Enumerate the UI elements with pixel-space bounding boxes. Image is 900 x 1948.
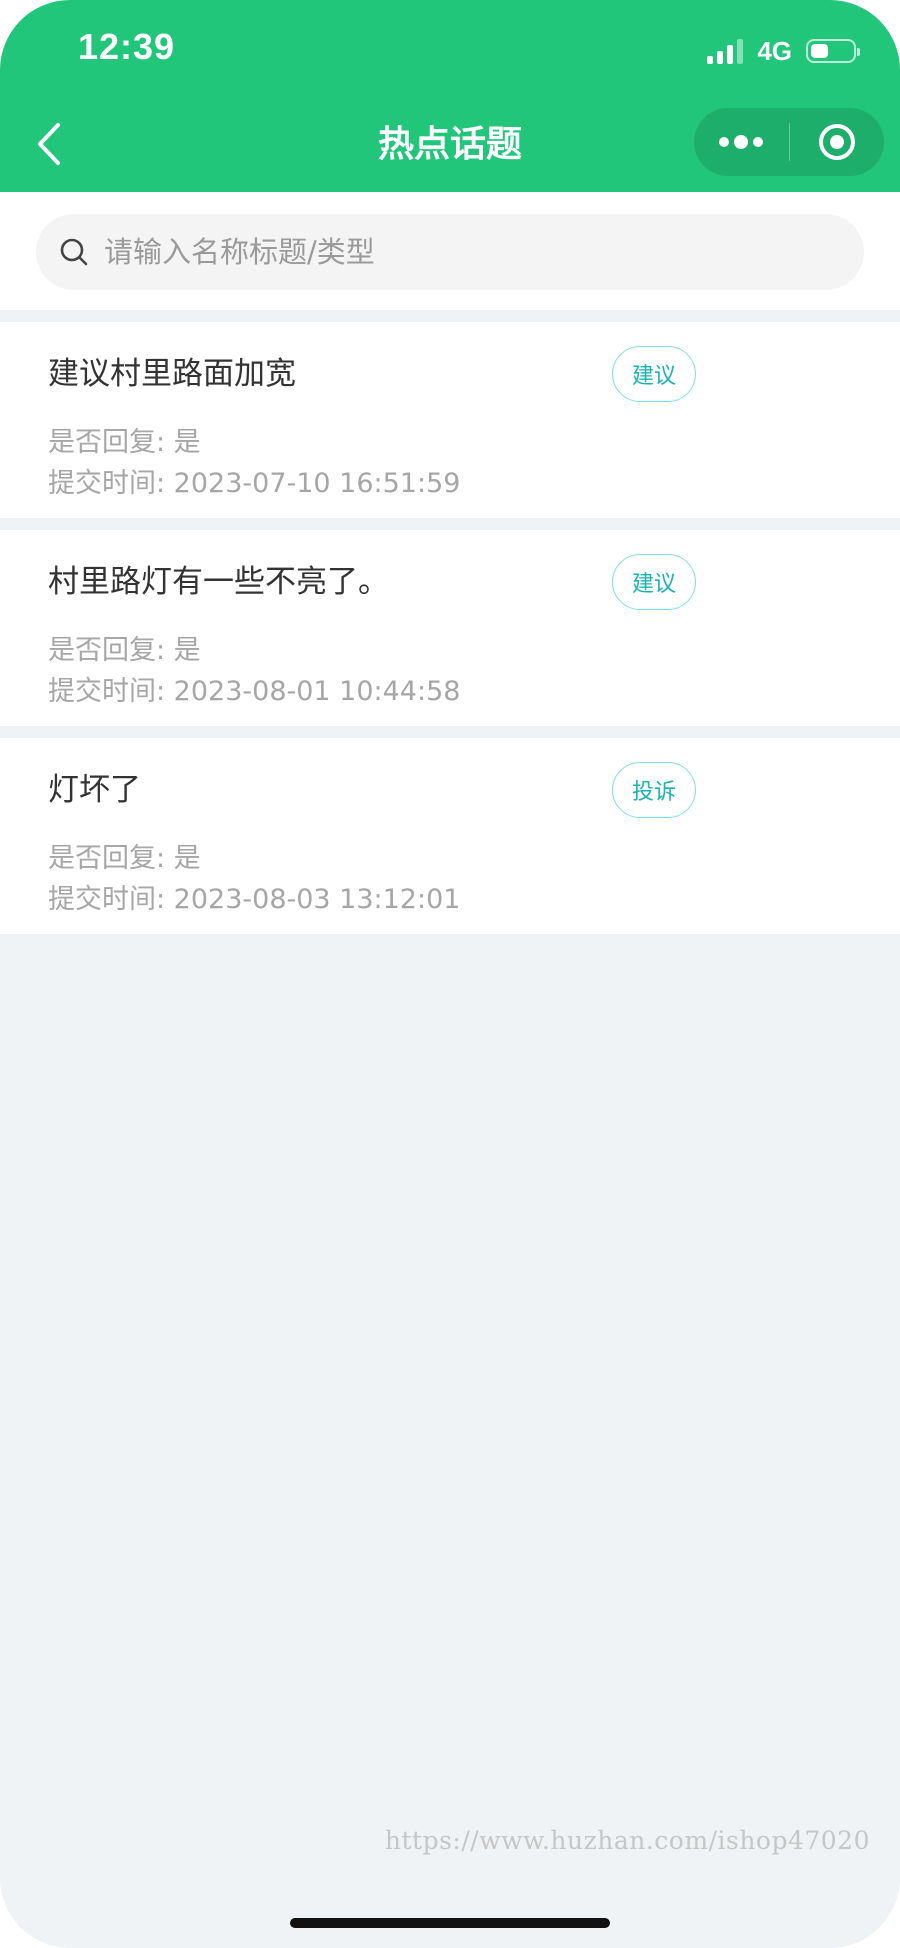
item-reply-status: 是否回复: 是: [48, 635, 201, 666]
close-miniprogram-button[interactable]: [790, 108, 885, 176]
search-bar: [0, 192, 900, 310]
network-type: 4G: [757, 35, 792, 66]
list-item[interactable]: 村里路灯有一些不亮了。 建议 是否回复: 是 提交时间: 2023-08-01 …: [0, 530, 900, 726]
item-submit-time: 提交时间: 2023-08-03 13:12:01: [48, 884, 461, 915]
item-submit-time: 提交时间: 2023-07-10 16:51:59: [48, 468, 461, 499]
item-title: 村里路灯有一些不亮了。: [48, 564, 389, 600]
status-indicators: 4G: [707, 34, 860, 68]
mini-program-capsule: [694, 108, 884, 176]
more-button[interactable]: [694, 108, 789, 176]
list-item[interactable]: 建议村里路面加宽 建议 是否回复: 是 提交时间: 2023-07-10 16:…: [0, 322, 900, 518]
signal-icon: [707, 38, 744, 64]
watermark: https://www.huzhan.com/ishop47020: [384, 1826, 870, 1855]
topic-list: 建议村里路面加宽 建议 是否回复: 是 提交时间: 2023-07-10 16:…: [0, 322, 900, 946]
item-type-tag: 建议: [612, 554, 696, 610]
item-reply-status: 是否回复: 是: [48, 843, 201, 874]
item-title: 灯坏了: [48, 772, 141, 808]
item-reply-status: 是否回复: 是: [48, 427, 201, 458]
more-dots-icon: [719, 135, 764, 149]
home-indicator[interactable]: [290, 1918, 610, 1928]
item-submit-time: 提交时间: 2023-08-01 10:44:58: [48, 676, 461, 707]
battery-icon: [806, 39, 860, 63]
app-screen: 12:39 4G 热点话题 请输入名称标题/类型 建议村里路面加宽 建议 是否回…: [0, 0, 900, 1948]
target-circle-icon: [818, 124, 855, 160]
list-item[interactable]: 灯坏了 投诉 是否回复: 是 提交时间: 2023-08-03 13:12:01: [0, 738, 900, 934]
search-input[interactable]: [102, 234, 864, 270]
item-title: 建议村里路面加宽: [48, 356, 296, 392]
item-type-tag: 建议: [612, 346, 696, 402]
header: 12:39 4G 热点话题: [0, 0, 900, 192]
search-icon: [58, 236, 90, 268]
status-time: 12:39: [78, 26, 176, 67]
item-type-tag: 投诉: [612, 762, 696, 818]
search-box[interactable]: [36, 214, 864, 290]
